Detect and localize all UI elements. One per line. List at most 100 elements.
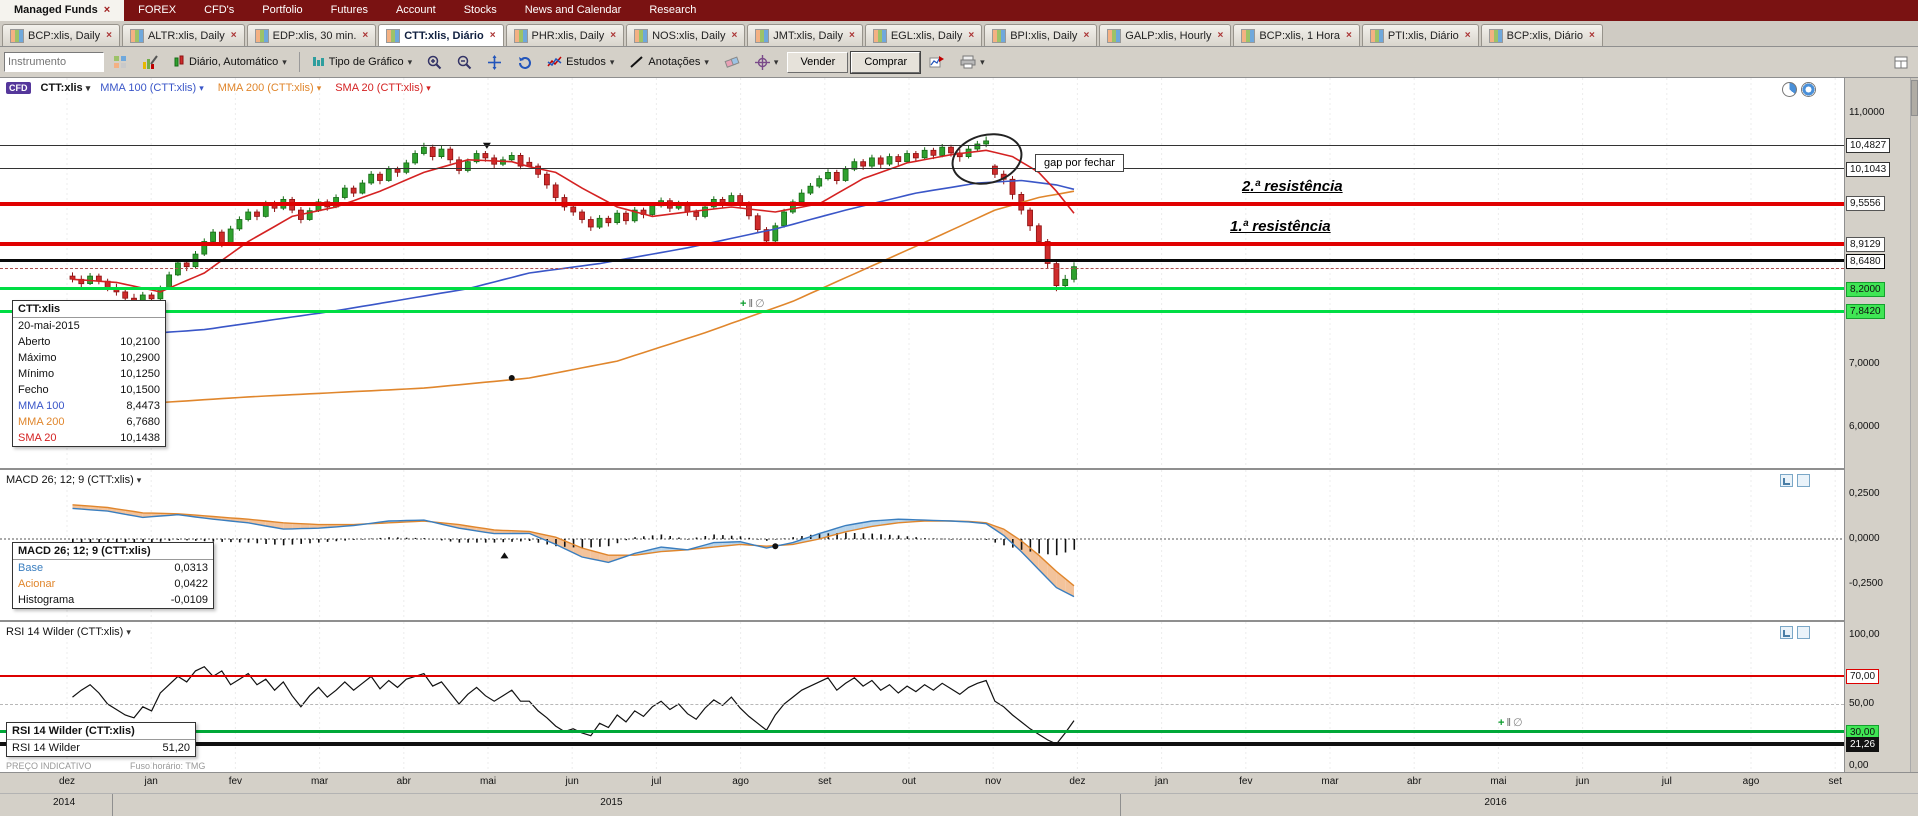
menu-item-futures[interactable]: Futures bbox=[317, 0, 382, 21]
macd-dropdown[interactable]: MACD 26; 12; 9 (CTT:xlis)▾ bbox=[6, 474, 141, 486]
menu-item-account[interactable]: Account bbox=[382, 0, 450, 21]
chart-tab-egl-xlis-daily[interactable]: EGL:xlis, Daily× bbox=[865, 24, 982, 46]
chart-tab-phr-xlis-daily[interactable]: PHR:xlis, Daily× bbox=[506, 24, 625, 46]
tab-close-icon[interactable]: × bbox=[106, 30, 112, 41]
tooltip-row: Aberto10,2100 bbox=[13, 334, 165, 350]
delete-handle-icon[interactable]: ∅ bbox=[1513, 718, 1523, 729]
close-icon[interactable]: × bbox=[104, 4, 110, 16]
pane-close-icon[interactable] bbox=[1797, 626, 1810, 639]
tab-close-icon[interactable]: × bbox=[362, 30, 368, 41]
menu-item-research[interactable]: Research bbox=[635, 0, 710, 21]
annotation-line-7_842[interactable] bbox=[0, 310, 1844, 313]
legend-sma-20-ctt-xlis-[interactable]: SMA 20 (CTT:xlis)▾ bbox=[335, 82, 431, 94]
estudos-dropdown[interactable]: Estudos▾ bbox=[541, 50, 620, 74]
line-edit-handles[interactable]: + ‖ ∅ bbox=[1498, 718, 1523, 729]
tab-label: PTI:xlis, Diário bbox=[1388, 30, 1459, 42]
chart-tab-jmt-xlis-daily[interactable]: JMT:xlis, Daily× bbox=[747, 24, 863, 46]
rsi-level-line-30[interactable] bbox=[0, 730, 1844, 733]
annotation-line-8_53[interactable] bbox=[0, 268, 1844, 269]
add-handle-icon[interactable]: + bbox=[1498, 718, 1504, 729]
line-edit-handles[interactable]: + ‖ ∅ bbox=[740, 299, 765, 310]
tab-close-icon[interactable]: × bbox=[490, 30, 496, 41]
grip-handle-icon[interactable]: ‖ bbox=[1506, 718, 1511, 729]
chevron-down-icon: ▾ bbox=[126, 627, 131, 638]
annotation-line-8_9129[interactable] bbox=[0, 242, 1844, 246]
vertical-scrollbar[interactable] bbox=[1910, 78, 1918, 773]
menu-item-news-and-calendar[interactable]: News and Calendar bbox=[511, 0, 636, 21]
tab-close-icon[interactable]: × bbox=[968, 30, 974, 41]
zoom-out-button[interactable] bbox=[451, 50, 478, 74]
crosshair-dropdown[interactable]: ▾ bbox=[749, 50, 785, 74]
menu-item-cfd-s[interactable]: CFD's bbox=[190, 0, 248, 21]
menu-item-portfolio[interactable]: Portfolio bbox=[248, 0, 316, 21]
resistance2-label[interactable]: 2.ª resistência bbox=[1242, 178, 1343, 195]
chart-tab-galp-xlis-hourly[interactable]: GALP:xlis, Hourly× bbox=[1099, 24, 1231, 46]
pan-button[interactable] bbox=[481, 50, 508, 74]
comprar-button[interactable]: Comprar bbox=[851, 52, 920, 73]
pane-donut-icon[interactable] bbox=[1801, 82, 1816, 97]
chart-type-dropdown[interactable]: Tipo de Gráfico▾ bbox=[306, 50, 418, 74]
resistance1-label[interactable]: 1.ª resistência bbox=[1230, 218, 1331, 235]
print-dropdown[interactable]: ▾ bbox=[954, 50, 991, 74]
annotation-line-9_5556[interactable] bbox=[0, 202, 1844, 206]
chart-tab-bcp-xlis-daily[interactable]: BCP:xlis, Daily× bbox=[2, 24, 120, 46]
delete-handle-icon[interactable]: ∅ bbox=[755, 299, 765, 310]
menu-item-forex[interactable]: FOREX bbox=[124, 0, 190, 21]
pane-chart-icon[interactable] bbox=[1780, 474, 1793, 487]
tab-close-icon[interactable]: × bbox=[1589, 30, 1595, 41]
menu-item-stocks[interactable]: Stocks bbox=[450, 0, 511, 21]
pane-chart-icon[interactable] bbox=[1780, 626, 1793, 639]
tab-close-icon[interactable]: × bbox=[610, 30, 616, 41]
price-pane[interactable]: CFD CTT:xlis▾ MMA 100 (CTT:xlis)▾MMA 200… bbox=[0, 78, 1844, 470]
rsi-level-line-50[interactable] bbox=[0, 704, 1844, 705]
grip-handle-icon[interactable]: ‖ bbox=[748, 299, 753, 310]
annotation-line-8_2[interactable] bbox=[0, 287, 1844, 290]
gap-callout[interactable]: gap por fechar bbox=[1035, 154, 1124, 172]
rsi-level-line-70[interactable] bbox=[0, 675, 1844, 677]
zoom-in-button[interactable] bbox=[421, 50, 448, 74]
tab-label: BPI:xlis, Daily bbox=[1010, 30, 1077, 42]
tab-close-icon[interactable]: × bbox=[1346, 30, 1352, 41]
anotacoes-dropdown[interactable]: Anotações▾ bbox=[623, 50, 715, 74]
eraser-button[interactable] bbox=[718, 50, 746, 74]
layout-button[interactable] bbox=[1888, 50, 1914, 74]
undo-button[interactable] bbox=[511, 50, 538, 74]
chart-tab-nos-xlis-daily[interactable]: NOS:xlis, Daily× bbox=[626, 24, 745, 46]
tab-close-icon[interactable]: × bbox=[1465, 30, 1471, 41]
chart-tab-bcp-xlis-1-hora[interactable]: BCP:xlis, 1 Hora× bbox=[1233, 24, 1360, 46]
chart-tab-altr-xlis-daily[interactable]: ALTR:xlis, Daily× bbox=[122, 24, 245, 46]
rsi-dropdown[interactable]: RSI 14 Wilder (CTT:xlis)▾ bbox=[6, 626, 131, 638]
menu-item-managed-funds[interactable]: Managed Funds× bbox=[0, 0, 124, 21]
pane-close-icon[interactable] bbox=[1797, 474, 1810, 487]
legend-mma-100-ctt-xlis-[interactable]: MMA 100 (CTT:xlis)▾ bbox=[100, 82, 204, 94]
chart-tab-bpi-xlis-daily[interactable]: BPI:xlis, Daily × bbox=[984, 24, 1097, 46]
instrument-list-button[interactable] bbox=[107, 50, 133, 74]
tab-close-icon[interactable]: × bbox=[849, 30, 855, 41]
tab-close-icon[interactable]: × bbox=[1083, 30, 1089, 41]
rsi-level-line-21_26[interactable] bbox=[0, 742, 1844, 746]
rsi-pane[interactable]: RSI 14 Wilder (CTT:xlis)▾ + ‖ ∅ RSI 14 W… bbox=[0, 622, 1844, 773]
annotation-line-10_1043[interactable] bbox=[0, 168, 1844, 169]
tab-close-icon[interactable]: × bbox=[731, 30, 737, 41]
macd-pane[interactable]: MACD 26; 12; 9 (CTT:xlis)▾ MACD 26; 12; … bbox=[0, 470, 1844, 622]
chart-tab-bcp-xlis-di-rio[interactable]: BCP:xlis, Diário× bbox=[1481, 24, 1603, 46]
chart-tab-ctt-xlis-di-rio[interactable]: CTT:xlis, Diário× bbox=[378, 24, 503, 46]
month-label: abr bbox=[1397, 776, 1431, 787]
annotation-line-10_4827[interactable] bbox=[0, 145, 1844, 146]
legend-mma-200-ctt-xlis-[interactable]: MMA 200 (CTT:xlis)▾ bbox=[218, 82, 322, 94]
annotation-line-8_648[interactable] bbox=[0, 259, 1844, 262]
add-handle-icon[interactable]: + bbox=[740, 299, 746, 310]
scrollbar-thumb[interactable] bbox=[1911, 80, 1918, 116]
chart-tab-pti-xlis-di-rio[interactable]: PTI:xlis, Diário × bbox=[1362, 24, 1479, 46]
instrument-search-input[interactable] bbox=[4, 52, 104, 72]
symbol-dropdown[interactable]: CTT:xlis▾ bbox=[41, 82, 91, 94]
export-chart-button[interactable] bbox=[923, 50, 951, 74]
chart-tab-edp-xlis-30-min-[interactable]: EDP:xlis, 30 min.× bbox=[247, 24, 377, 46]
vender-button[interactable]: Vender bbox=[787, 52, 848, 73]
tab-close-icon[interactable]: × bbox=[1217, 30, 1223, 41]
tab-close-icon[interactable]: × bbox=[231, 30, 237, 41]
pane-pie-icon[interactable] bbox=[1782, 82, 1797, 97]
month-label: set bbox=[1818, 776, 1852, 787]
period-dropdown[interactable]: Diário, Automático▾ bbox=[167, 50, 293, 74]
chart-edit-button[interactable] bbox=[136, 50, 164, 74]
